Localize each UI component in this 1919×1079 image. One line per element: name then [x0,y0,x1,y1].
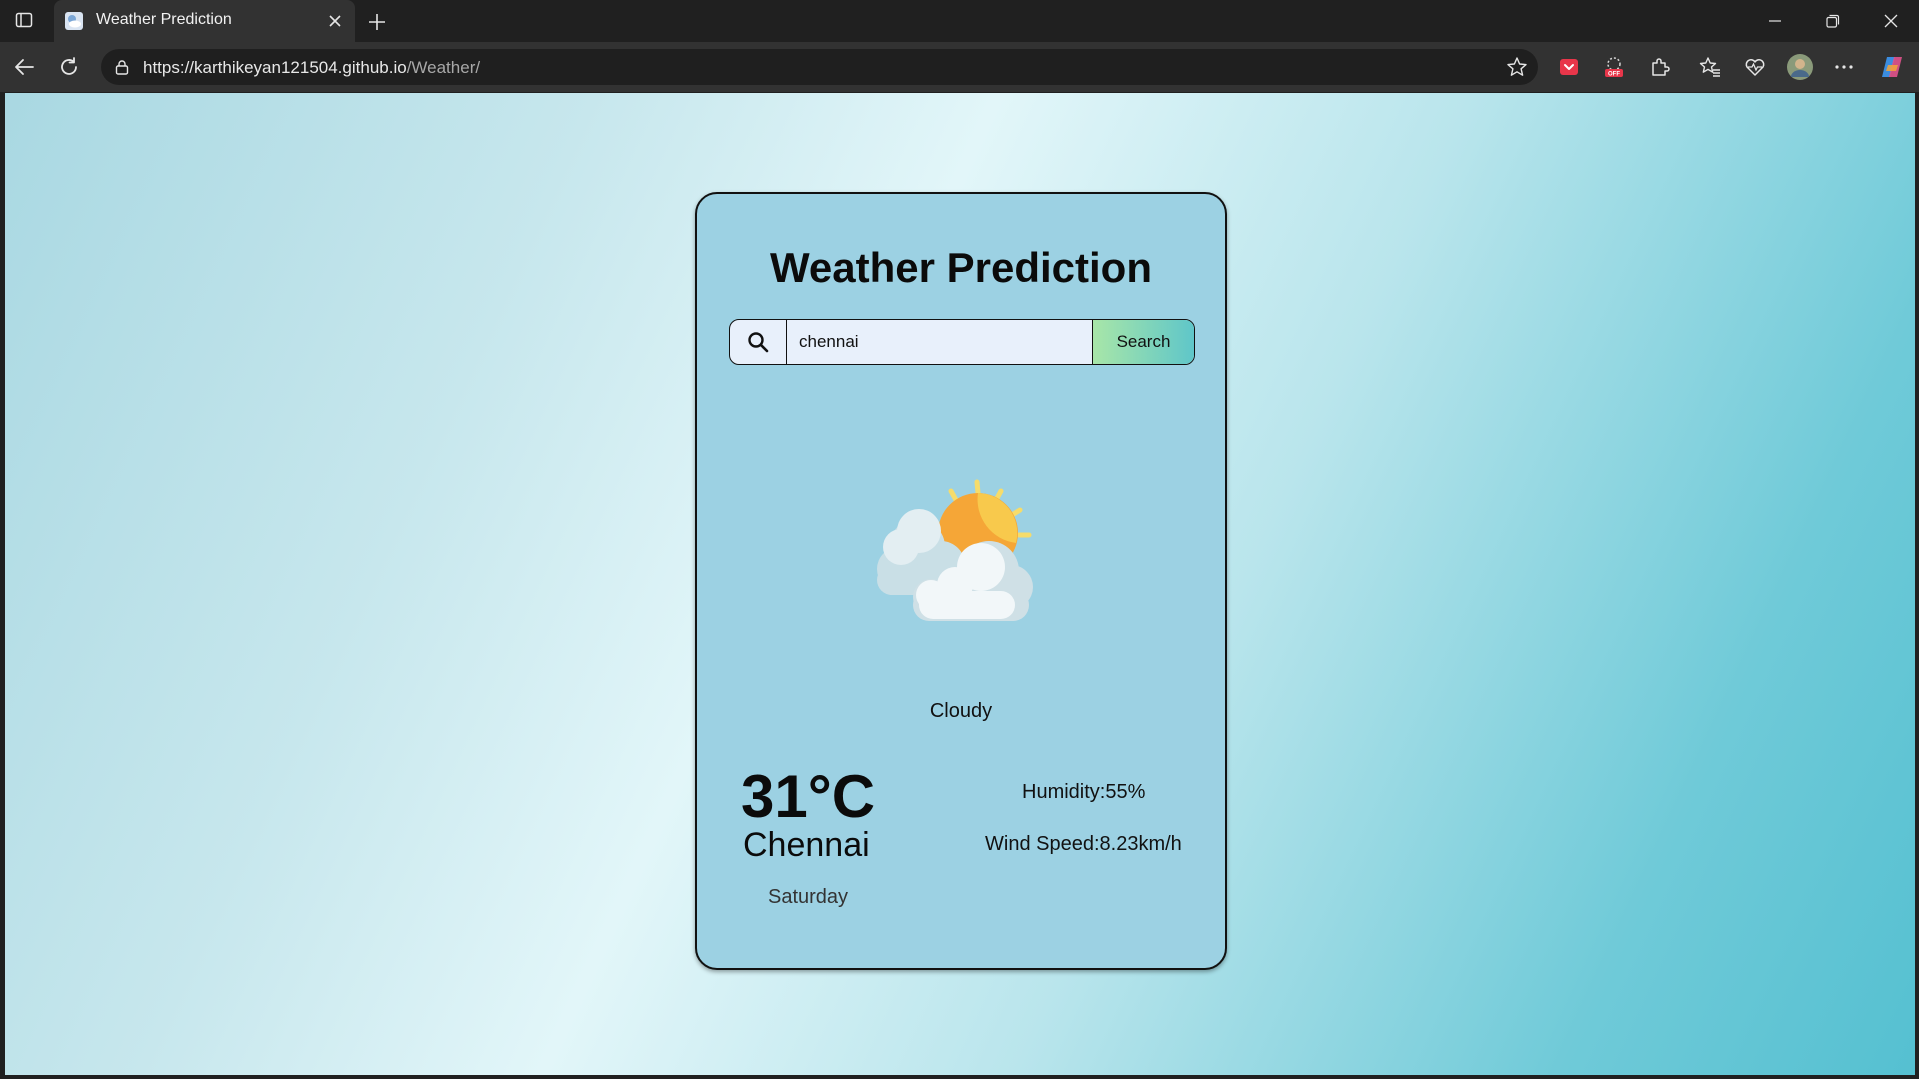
browser-tab-active[interactable]: Weather Prediction [54,0,355,42]
address-bar[interactable]: https://karthikeyan121504.github.io/Weat… [101,49,1538,85]
search-button[interactable]: Search [1092,320,1194,364]
temperature: 31°C [741,763,876,830]
window-bottom-border [0,1075,1919,1079]
extensions-puzzle-icon[interactable] [1646,53,1674,81]
search-bar: Search [729,319,1195,365]
minimize-icon[interactable] [1747,0,1803,42]
copilot-icon[interactable] [1878,53,1906,81]
city-search-input[interactable] [787,320,1092,364]
new-tab-icon[interactable] [364,9,390,35]
url-text[interactable]: https://karthikeyan121504.github.io/Weat… [143,58,480,78]
profile-avatar-icon[interactable] [1786,53,1814,81]
app-title: Weather Prediction [770,244,1152,291]
search-icon[interactable] [730,320,787,364]
close-tab-icon[interactable] [325,11,345,31]
favorites-icon[interactable] [1696,53,1724,81]
tab-title: Weather Prediction [96,11,232,28]
svg-text:OFF: OFF [1608,72,1620,78]
close-window-icon[interactable] [1863,0,1919,42]
page-viewport: Weather Prediction Search [5,93,1915,1075]
city-name: Chennai [743,826,870,864]
coupon-off-extension-icon[interactable]: OFF [1600,53,1628,81]
back-arrow-icon[interactable] [8,51,40,83]
more-options-icon[interactable] [1830,53,1858,81]
browser-essentials-icon[interactable] [1741,53,1769,81]
weather-favicon-icon [64,11,84,31]
lock-icon[interactable] [113,58,131,76]
sun-behind-clouds-icon [861,469,1061,649]
favorite-star-icon[interactable] [1506,56,1528,78]
tab-actions-icon[interactable] [13,9,35,31]
weather-card: Weather Prediction Search [695,192,1227,970]
pocket-extension-icon[interactable] [1555,53,1583,81]
day-of-week: Saturday [768,886,849,908]
restore-icon[interactable] [1805,0,1861,42]
weather-condition: Cloudy [929,700,993,722]
wind-speed-value: Wind Speed:8.23km/h [985,833,1182,855]
humidity-value: Humidity:55% [1022,781,1146,803]
browser-toolbar: https://karthikeyan121504.github.io/Weat… [0,42,1919,92]
browser-title-bar: Weather Prediction [0,0,1919,42]
reload-icon[interactable] [53,51,85,83]
